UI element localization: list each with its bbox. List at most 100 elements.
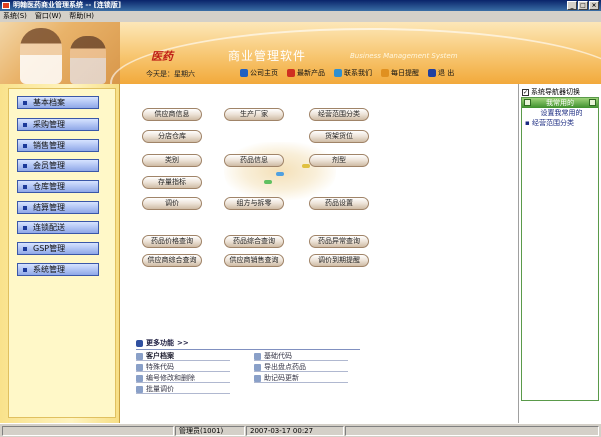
more-functions-title[interactable]: 更多功能 >> <box>136 338 366 348</box>
status-cell-empty <box>345 426 599 436</box>
document-icon <box>254 374 261 382</box>
more-functions-section: 更多功能 >> 客户档案 特殊代码 编号修改和删除 批量调价 基础代码 导出盘点… <box>136 338 366 394</box>
menu-bar: 系统(S) 窗口(W) 帮助(H) <box>0 11 601 22</box>
document-icon <box>254 352 261 360</box>
link-label: 联系我们 <box>344 69 372 77</box>
document-icon <box>136 352 143 360</box>
menu-system[interactable]: 系统(S) <box>3 11 27 22</box>
more-item-label: 基础代码 <box>264 352 292 360</box>
favorites-item-label: 经营范围分类 <box>531 119 574 127</box>
category-button[interactable]: 类别 <box>142 154 202 167</box>
link-label: 最新产品 <box>297 69 325 77</box>
navigator-toggle[interactable]: ✓ 系统导航器切换 <box>522 87 580 97</box>
manufacturer-button[interactable]: 生产厂家 <box>224 108 284 121</box>
nav-system[interactable]: 系统管理 <box>17 263 99 276</box>
more-item-special-codes[interactable]: 特殊代码 <box>136 363 230 372</box>
exit-icon <box>428 69 436 77</box>
status-bar: 管理员(1001) 2007-03-17 00:27 <box>0 423 601 437</box>
product-name: 商业管理软件 <box>228 49 307 63</box>
contact-icon <box>334 69 342 77</box>
document-icon <box>136 363 143 371</box>
app-icon <box>2 2 10 9</box>
more-item-label: 客户档案 <box>146 352 174 360</box>
more-item-mnemonic-update[interactable]: 助记码更新 <box>254 374 348 383</box>
function-area: 供应商信息 生产厂家 经营范围分类 分店仓库 货架货位 类别 药品信息 剂型 存… <box>120 84 518 423</box>
drug-settings-button[interactable]: 药品设置 <box>309 197 369 210</box>
supplier-info-button[interactable]: 供应商信息 <box>142 108 202 121</box>
panel-collapse-icon[interactable] <box>524 99 531 106</box>
price-adjust-button[interactable]: 调价 <box>142 197 202 210</box>
more-functions-left-column: 客户档案 特殊代码 编号修改和删除 批量调价 <box>136 352 230 394</box>
panel-expand-icon[interactable] <box>589 99 596 106</box>
new-product-icon <box>287 69 295 77</box>
nav-gsp[interactable]: GSP管理 <box>17 242 99 255</box>
nav-chain-distribution[interactable]: 连锁配送 <box>17 221 99 234</box>
nav-members[interactable]: 会员管理 <box>17 159 99 172</box>
divider <box>136 349 360 350</box>
more-item-edit-delete-codes[interactable]: 编号修改和删除 <box>136 374 230 383</box>
product-name-english: Business Management System <box>350 52 458 60</box>
link-label: 公司主页 <box>250 69 278 77</box>
more-functions-label: 更多功能 <box>146 339 174 347</box>
more-item-batch-price-adjust[interactable]: 批量调价 <box>136 385 230 394</box>
banner-person-image <box>20 28 62 84</box>
menu-help[interactable]: 帮助(H) <box>69 11 94 22</box>
link-contact-us[interactable]: 联系我们 <box>334 68 372 78</box>
bullet-icon: ▪ <box>525 119 530 127</box>
drug-price-query-button[interactable]: 药品价格查询 <box>142 235 202 248</box>
link-exit[interactable]: 退 出 <box>428 68 454 78</box>
document-icon <box>136 385 143 393</box>
favorites-panel: 我常用的 设置我常用的 ▪ 经营范围分类 <box>521 97 599 401</box>
maximize-button[interactable]: □ <box>578 1 588 10</box>
price-expire-reminder-button[interactable]: 调价到期提醒 <box>309 254 369 267</box>
home-icon <box>240 69 248 77</box>
link-company-home[interactable]: 公司主页 <box>240 68 278 78</box>
title-bar: 明翰医药商业管理系统 -- [连锁版] _ □ × <box>0 0 601 11</box>
more-item-label: 批量调价 <box>146 385 174 393</box>
close-button[interactable]: × <box>589 1 599 10</box>
combine-split-button[interactable]: 组方与拆零 <box>224 197 284 210</box>
nav-settlement[interactable]: 结算管理 <box>17 201 99 214</box>
shelf-location-button[interactable]: 货架货位 <box>309 130 369 143</box>
favorites-item-business-scope[interactable]: ▪ 经营范围分类 <box>522 118 598 128</box>
nav-sales[interactable]: 销售管理 <box>17 139 99 152</box>
drug-info-button[interactable]: 药品信息 <box>224 154 284 167</box>
navigator-toggle-label: 系统导航器切换 <box>531 88 580 96</box>
navigator-toggle-checkbox[interactable]: ✓ <box>522 88 529 96</box>
business-scope-button[interactable]: 经营范围分类 <box>309 108 369 121</box>
supplier-general-query-button[interactable]: 供应商综合查询 <box>142 254 202 267</box>
nav-basic-files[interactable]: 基本档案 <box>17 96 99 109</box>
link-daily-reminder[interactable]: 每日提醒 <box>381 68 419 78</box>
more-functions-icon <box>136 339 143 347</box>
link-label: 退 出 <box>438 69 455 77</box>
status-cell-empty <box>2 426 174 436</box>
expand-arrow-icon: >> <box>177 339 189 347</box>
more-item-label: 编号修改和删除 <box>146 374 195 382</box>
banner-person-image <box>70 36 106 84</box>
link-label: 每日提醒 <box>391 69 419 77</box>
minimize-button[interactable]: _ <box>567 1 577 10</box>
more-item-export-inventory-drugs[interactable]: 导出盘点药品 <box>254 363 348 372</box>
document-icon <box>254 363 261 371</box>
link-new-products[interactable]: 最新产品 <box>287 68 325 78</box>
supplier-sales-query-button[interactable]: 供应商销售查询 <box>224 254 284 267</box>
branch-warehouse-button[interactable]: 分店仓库 <box>142 130 202 143</box>
document-icon <box>136 374 143 382</box>
drug-general-query-button[interactable]: 药品综合查询 <box>224 235 284 248</box>
drug-abnormal-query-button[interactable]: 药品异常查询 <box>309 235 369 248</box>
more-item-label: 助记码更新 <box>264 374 299 382</box>
more-item-base-codes[interactable]: 基础代码 <box>254 352 348 361</box>
favorites-title: 我常用的 <box>546 99 574 107</box>
dosage-form-button[interactable]: 剂型 <box>309 154 369 167</box>
brand-logo: 医药 <box>151 50 173 63</box>
header-banner: 医药 商业管理软件 Business Management System 今天是… <box>0 22 601 84</box>
nav-warehouse[interactable]: 仓库管理 <box>17 180 99 193</box>
window-controls: _ □ × <box>567 1 599 10</box>
more-item-label: 特殊代码 <box>146 363 174 371</box>
window-title: 明翰医药商业管理系统 -- [连锁版] <box>13 1 122 9</box>
nav-purchase[interactable]: 采购管理 <box>17 118 99 131</box>
more-item-customer-files[interactable]: 客户档案 <box>136 352 230 361</box>
stock-indicator-button[interactable]: 存量指标 <box>142 176 202 189</box>
menu-window[interactable]: 窗口(W) <box>35 11 61 22</box>
favorites-item-setup[interactable]: 设置我常用的 <box>522 108 598 118</box>
